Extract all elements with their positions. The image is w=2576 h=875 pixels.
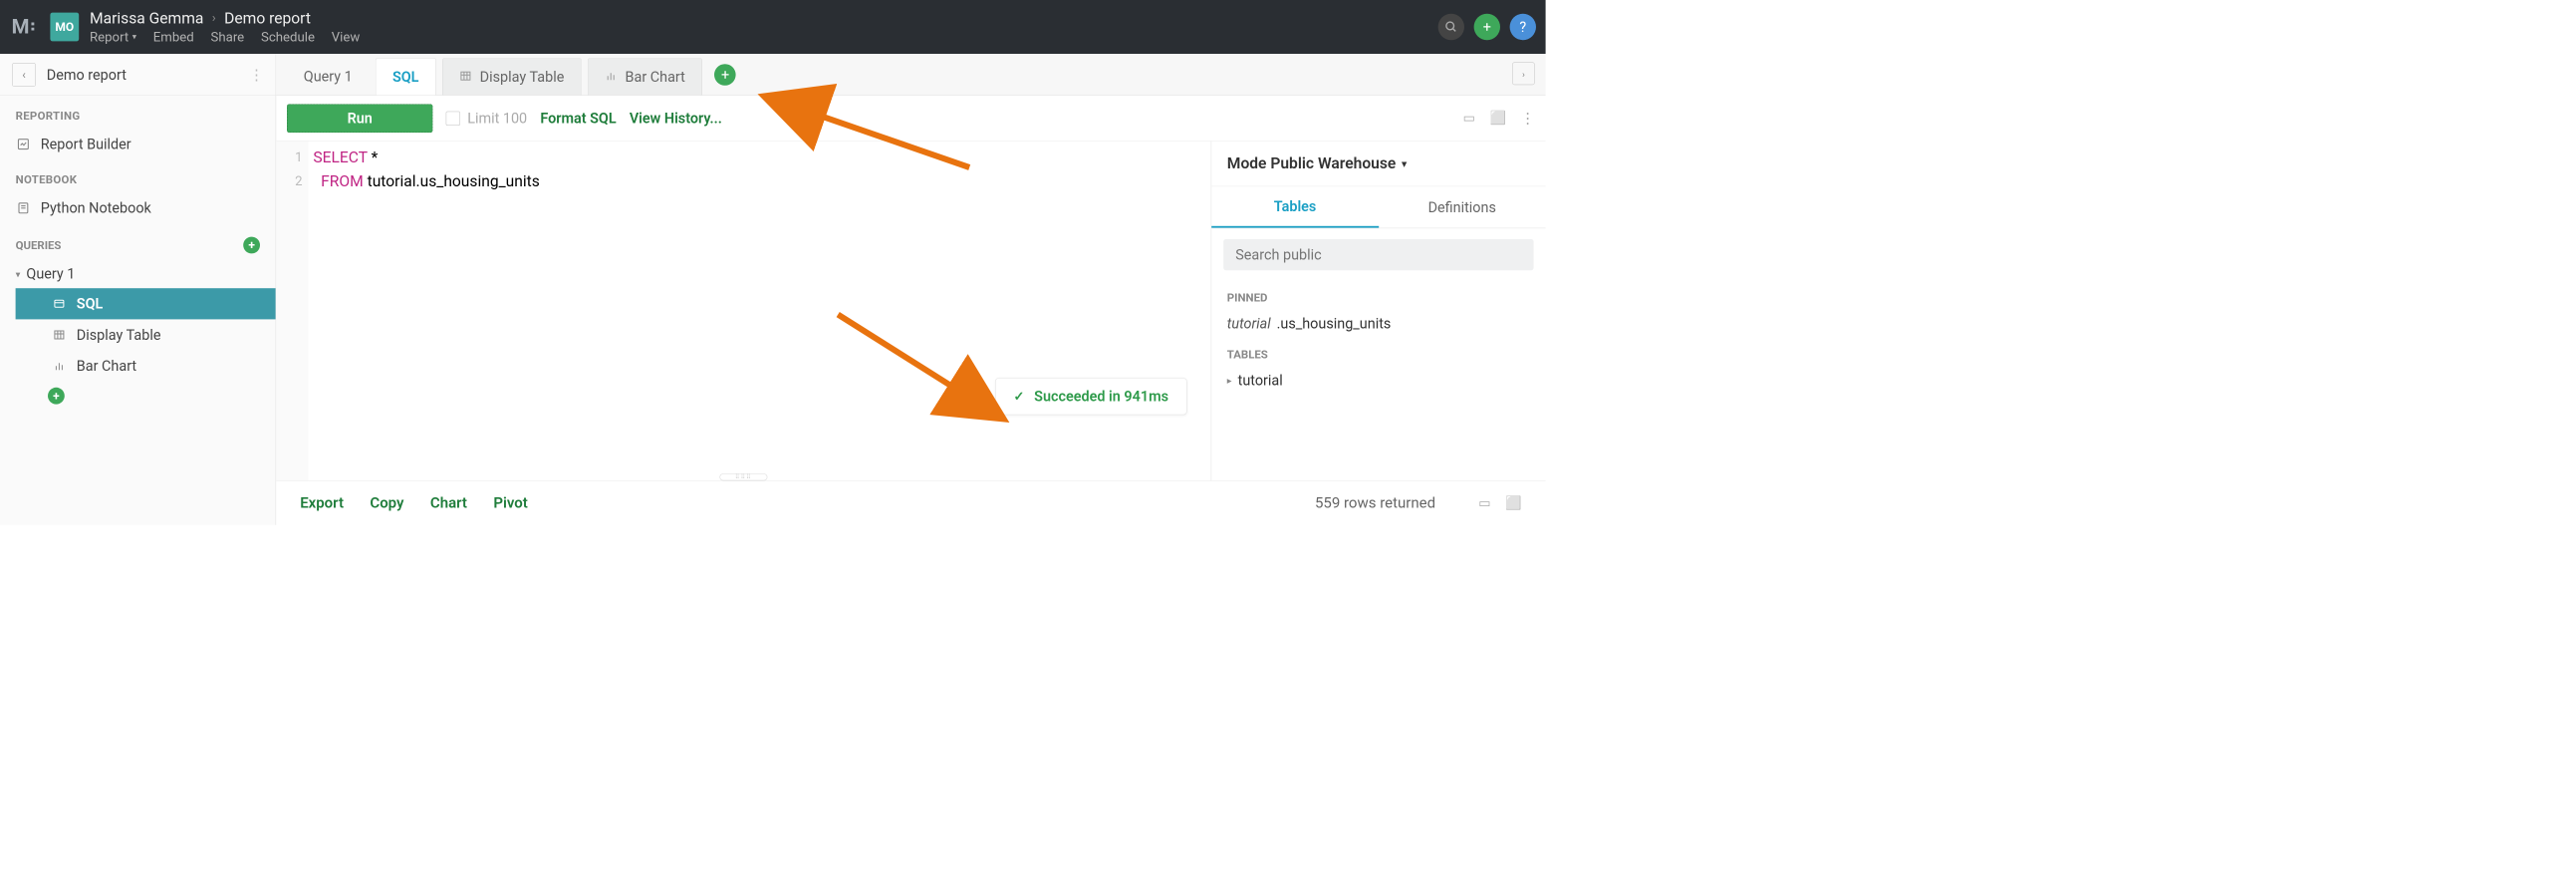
tab-label: Bar Chart <box>626 69 685 86</box>
limit-checkbox[interactable] <box>446 111 460 125</box>
breadcrumb: Marissa Gemma › Demo report <box>90 9 1438 27</box>
schema-search-input[interactable] <box>1235 246 1521 263</box>
sidebar-section-notebook: NOTEBOOK <box>0 159 276 192</box>
schema-tree-item[interactable]: ▸ tutorial <box>1211 366 1545 395</box>
nav-schedule[interactable]: Schedule <box>261 30 315 45</box>
tab-bar: Query 1 SQL Display Table Bar Chart + › <box>276 54 1545 96</box>
help-icon[interactable]: ? <box>1510 14 1536 40</box>
schema-pinned-label: PINNED <box>1211 281 1545 309</box>
schema-tab-definitions[interactable]: Definitions <box>1379 186 1546 227</box>
nav-view[interactable]: View <box>332 30 361 45</box>
tab-bar-chart[interactable]: Bar Chart <box>588 58 703 95</box>
sql-icon <box>52 296 68 312</box>
nav-report[interactable]: Report ▾ <box>90 30 136 45</box>
user-avatar[interactable]: MO <box>50 13 79 42</box>
schema-tables-label: TABLES <box>1211 338 1545 366</box>
tab-display-table[interactable]: Display Table <box>442 58 582 95</box>
bar-chart-icon <box>52 358 68 374</box>
collapse-sidebar-icon[interactable]: ‹ <box>12 63 36 87</box>
sql-editor[interactable]: 12 SELECT * FROM tutorial.us_housing_uni… <box>276 142 1210 481</box>
header-nav: Report ▾ Embed Share Schedule View <box>90 30 1438 45</box>
add-view-button[interactable]: + <box>48 388 65 405</box>
new-button[interactable]: + <box>1474 14 1500 40</box>
maximize-icon[interactable]: ⬜ <box>1490 111 1506 126</box>
results-footer: Export Copy Chart Pivot 559 rows returne… <box>276 480 1545 524</box>
breadcrumb-report[interactable]: Demo report <box>224 9 311 27</box>
sidebar-item-python-notebook[interactable]: Python Notebook <box>0 192 276 223</box>
sidebar-item-label: Query 1 <box>26 265 75 282</box>
search-icon[interactable] <box>1438 14 1464 40</box>
sidebar-item-label: Bar Chart <box>77 358 136 375</box>
nav-share[interactable]: Share <box>211 30 245 45</box>
mode-logo[interactable]: M꞉ <box>10 13 39 42</box>
report-builder-icon <box>16 137 32 152</box>
table-icon <box>459 69 471 86</box>
copy-link[interactable]: Copy <box>370 494 403 511</box>
nav-embed[interactable]: Embed <box>153 30 194 45</box>
tabs-next-icon[interactable]: › <box>1512 62 1535 85</box>
app-header: M꞉ MO Marissa Gemma › Demo report Report… <box>0 0 1546 54</box>
sidebar-section-queries: QUERIES <box>16 238 62 252</box>
query-status-toast: ✓ Succeeded in 941ms <box>995 378 1187 415</box>
sidebar-item-sql[interactable]: SQL <box>16 288 276 319</box>
sidebar-item-label: Display Table <box>77 327 161 344</box>
chart-link[interactable]: Chart <box>430 494 467 511</box>
status-text: Succeeded in 941ms <box>1034 388 1168 405</box>
add-tab-button[interactable]: + <box>714 64 736 86</box>
maximize-icon[interactable]: ⬜ <box>1505 495 1521 510</box>
sidebar: ‹ Demo report ⋮ REPORTING Report Builder… <box>0 54 276 525</box>
sidebar-item-label: SQL <box>77 295 104 312</box>
sidebar-item-report-builder[interactable]: Report Builder <box>0 129 276 159</box>
schema-tab-tables[interactable]: Tables <box>1211 186 1379 227</box>
sidebar-title: Demo report <box>47 66 249 83</box>
sidebar-more-icon[interactable]: ⋮ <box>249 66 263 83</box>
sidebar-item-display-table[interactable]: Display Table <box>16 319 276 350</box>
export-link[interactable]: Export <box>300 494 344 511</box>
format-sql-link[interactable]: Format SQL <box>540 110 616 127</box>
table-icon <box>52 327 68 343</box>
caret-right-icon: ▸ <box>1227 375 1232 386</box>
rows-returned: 559 rows returned <box>1315 494 1435 511</box>
tab-query-1[interactable]: Query 1 <box>287 58 370 95</box>
caret-down-icon: ▾ <box>1402 157 1407 168</box>
notebook-icon <box>16 200 32 216</box>
editor-code[interactable]: SELECT * FROM tutorial.us_housing_units <box>309 142 1211 481</box>
view-history-link[interactable]: View History... <box>630 110 722 127</box>
sidebar-item-label: Report Builder <box>41 136 131 152</box>
caret-down-icon: ▾ <box>16 268 21 279</box>
breadcrumb-user[interactable]: Marissa Gemma <box>90 9 203 27</box>
datasource-selector[interactable]: Mode Public Warehouse ▾ <box>1211 142 1545 187</box>
sidebar-item-label: Python Notebook <box>41 199 151 216</box>
bar-chart-icon <box>605 69 617 86</box>
editor-gutter: 12 <box>276 142 308 481</box>
sql-toolbar: Run Limit 100 Format SQL View History...… <box>276 96 1545 142</box>
minimize-icon[interactable]: ▭ <box>1478 495 1490 510</box>
schema-search[interactable] <box>1223 239 1533 270</box>
run-button[interactable]: Run <box>287 104 432 133</box>
sidebar-item-bar-chart[interactable]: Bar Chart <box>16 351 276 382</box>
chevron-right-icon: › <box>212 11 216 26</box>
tab-sql[interactable]: SQL <box>376 58 436 95</box>
sidebar-section-reporting: REPORTING <box>0 96 276 129</box>
tab-label: Display Table <box>480 69 565 86</box>
minimize-icon[interactable]: ▭ <box>1463 111 1475 126</box>
schema-panel: Mode Public Warehouse ▾ Tables Definitio… <box>1211 142 1546 481</box>
sidebar-query-1[interactable]: ▾ Query 1 <box>16 259 276 288</box>
limit-label: Limit 100 <box>467 110 527 127</box>
add-query-button[interactable]: + <box>243 237 260 254</box>
check-icon: ✓ <box>1013 389 1024 404</box>
pivot-link[interactable]: Pivot <box>493 494 527 511</box>
resize-handle[interactable]: ⠿⠿⠿ <box>719 473 767 480</box>
pinned-table[interactable]: tutorial.us_housing_units <box>1211 309 1545 338</box>
toolbar-more-icon[interactable]: ⋮ <box>1520 110 1534 127</box>
